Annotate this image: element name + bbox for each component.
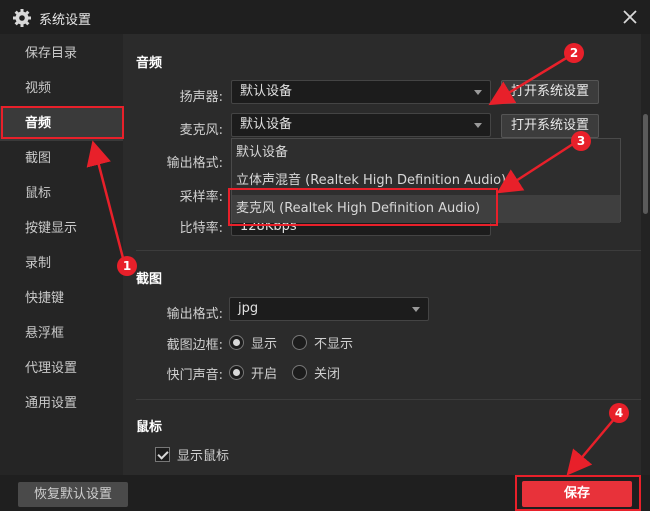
highlight-box-save [515,475,641,511]
sidebar-item-video[interactable]: 视频 [0,71,123,106]
mic-select[interactable]: 默认设备 [231,113,491,137]
show-cursor-checkbox[interactable]: 显示鼠标 [155,445,229,464]
shutter-off-radio[interactable]: 关闭 [292,363,340,382]
screenshot-format-value: jpg [238,301,259,316]
chevron-down-icon [474,123,482,128]
settings-content: 音频 扬声器: 默认设备 打开系统设置 麦克风: 默认设备 打开系统设置 输出格… [123,34,641,475]
close-icon[interactable] [620,7,640,27]
sidebar-item-record[interactable]: 录制 [0,246,123,281]
border-show-radio[interactable]: 显示 [229,333,277,352]
sidebar-item-general[interactable]: 通用设置 [0,386,123,421]
screenshot-section-title: 截图 [136,272,163,287]
mic-select-value: 默认设备 [240,117,293,132]
show-cursor-label: 显示鼠标 [177,449,230,464]
highlight-box-mic-option [228,188,498,226]
annotation-badge-2: 2 [564,43,584,63]
mic-option-default[interactable]: 默认设备 [232,139,620,167]
scrollbar-thumb[interactable] [643,114,648,214]
scrollbar[interactable] [641,34,650,475]
screenshot-format-label: 输出格式: [166,307,223,322]
sample-rate-label: 采样率: [179,190,223,205]
audio-section-title: 音频 [136,56,163,71]
highlight-box-audio [1,106,124,139]
chevron-down-icon [412,307,420,312]
sidebar-item-screenshot[interactable]: 截图 [0,141,123,176]
reset-defaults-button[interactable]: 恢复默认设置 [18,482,128,507]
border-hide-label: 不显示 [314,337,354,352]
speaker-select-value: 默认设备 [240,84,293,99]
sidebar-item-float-box[interactable]: 悬浮框 [0,316,123,351]
speaker-open-system-settings-button[interactable]: 打开系统设置 [501,80,599,104]
divider [136,250,641,251]
audio-format-label: 输出格式: [166,156,223,171]
border-show-label: 显示 [251,337,278,352]
screenshot-format-select[interactable]: jpg [229,297,429,321]
shutter-on-radio[interactable]: 开启 [229,363,277,382]
divider [136,399,641,400]
border-hide-radio[interactable]: 不显示 [292,333,353,352]
shutter-off-label: 关闭 [314,367,341,382]
sidebar-item-proxy[interactable]: 代理设置 [0,351,123,386]
screenshot-border-label: 截图边框: [166,338,223,353]
annotation-badge-4: 4 [609,403,629,423]
mouse-section-title: 鼠标 [136,420,163,435]
radio-unchecked-icon [292,365,307,380]
shutter-sound-label: 快门声音: [166,368,223,383]
radio-unchecked-icon [292,335,307,350]
title-bar: 系统设置 [0,0,650,34]
speaker-label: 扬声器: [179,90,223,105]
sidebar-item-key-display[interactable]: 按键显示 [0,211,123,246]
radio-checked-icon [229,365,244,380]
annotation-badge-3: 3 [571,131,591,151]
gear-icon [13,9,31,27]
shutter-on-label: 开启 [251,367,278,382]
sidebar: 保存目录 视频 音频 截图 鼠标 按键显示 录制 快捷键 悬浮框 代理设置 通用… [0,34,123,475]
sidebar-item-save-dir[interactable]: 保存目录 [0,36,123,71]
speaker-select[interactable]: 默认设备 [231,80,491,104]
window-title: 系统设置 [39,13,92,28]
sidebar-item-hotkeys[interactable]: 快捷键 [0,281,123,316]
bitrate-label: 比特率: [179,221,223,236]
checkbox-checked-icon [155,447,170,462]
annotation-badge-1: 1 [117,256,137,276]
sidebar-item-mouse[interactable]: 鼠标 [0,176,123,211]
mic-label: 麦克风: [179,123,223,138]
chevron-down-icon [474,90,482,95]
radio-checked-icon [229,335,244,350]
